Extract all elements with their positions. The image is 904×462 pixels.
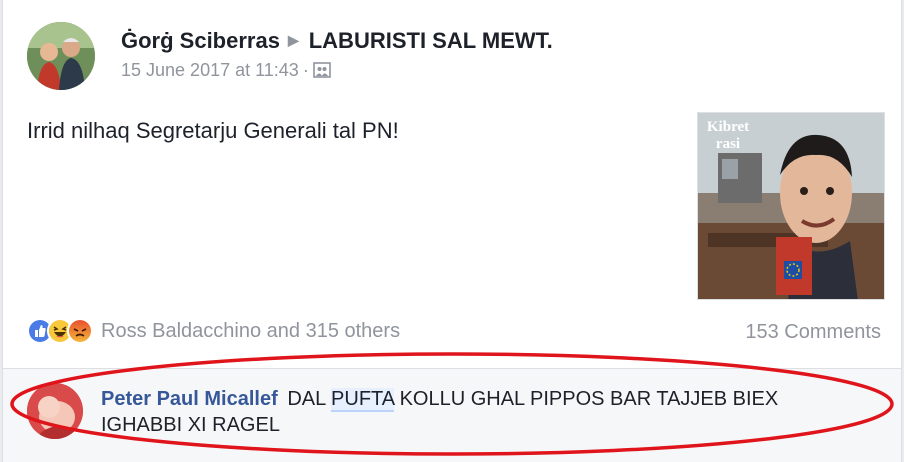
- author-name-link[interactable]: Ġorġ Sciberras: [121, 28, 280, 53]
- comments-count-link[interactable]: 153 Comments: [745, 321, 881, 344]
- meta-separator: ·: [302, 60, 309, 80]
- post-text: Irrid nilhaq Segretarju Generali tal PN!: [27, 118, 399, 143]
- comment-highlighted-word: PUFTA: [331, 388, 395, 412]
- commenter-avatar[interactable]: [27, 383, 83, 439]
- comment-section: Peter Paul Micallef DAL PUFTA KOLLU GHAL…: [3, 368, 901, 462]
- photo-caption: Kibret rasi: [706, 119, 750, 152]
- post-photo[interactable]: Kibret rasi: [697, 112, 885, 300]
- post-header: Ġorġ Sciberras ▶ LABURISTI SAL MEWT.: [121, 28, 553, 54]
- triangle-right-icon: ▶: [287, 32, 299, 48]
- group-name-link[interactable]: LABURISTI SAL MEWT.: [309, 28, 553, 53]
- reactions-summary-link[interactable]: Ross Baldacchino and 315 others: [101, 320, 400, 343]
- comment-author-link[interactable]: Peter Paul Micallef: [101, 388, 278, 410]
- comment-body: Peter Paul Micallef DAL PUFTA KOLLU GHAL…: [101, 386, 841, 438]
- group-audience-icon[interactable]: [313, 61, 331, 79]
- post-card: Ġorġ Sciberras ▶ LABURISTI SAL MEWT. 15 Ju…: [2, 0, 902, 462]
- post-meta: 15 June 2017 at 11:43 ·: [121, 60, 331, 81]
- comment-text-start: DAL: [287, 388, 326, 410]
- angry-icon[interactable]: [67, 318, 93, 344]
- author-avatar[interactable]: [27, 22, 95, 90]
- post-timestamp-link[interactable]: 15 June 2017 at 11:43: [121, 60, 299, 80]
- reactions-bar[interactable]: Ross Baldacchino and 315 others: [27, 318, 400, 344]
